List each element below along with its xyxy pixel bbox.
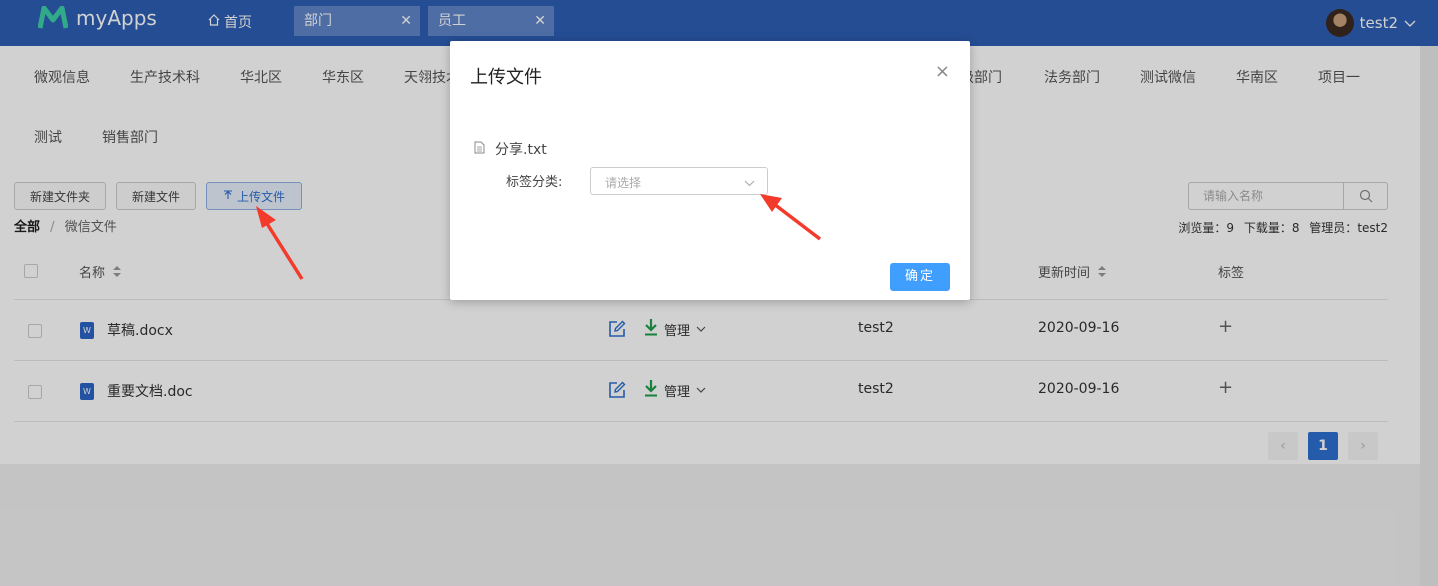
select-placeholder: 请选择 [605,176,642,190]
dialog-title: 上传文件 [470,67,542,88]
selected-file: 分享.txt [474,139,547,159]
chevron-down-icon [744,176,755,191]
upload-file-dialog: 上传文件 × 分享.txt 标签分类: 请选择 确定 [450,41,970,300]
tag-category-label: 标签分类: [506,175,563,190]
confirm-button[interactable]: 确定 [890,263,950,291]
close-icon[interactable]: × [935,61,950,82]
tag-category-select[interactable]: 请选择 [590,167,768,195]
document-icon [474,141,485,158]
file-name: 分享.txt [495,142,547,158]
